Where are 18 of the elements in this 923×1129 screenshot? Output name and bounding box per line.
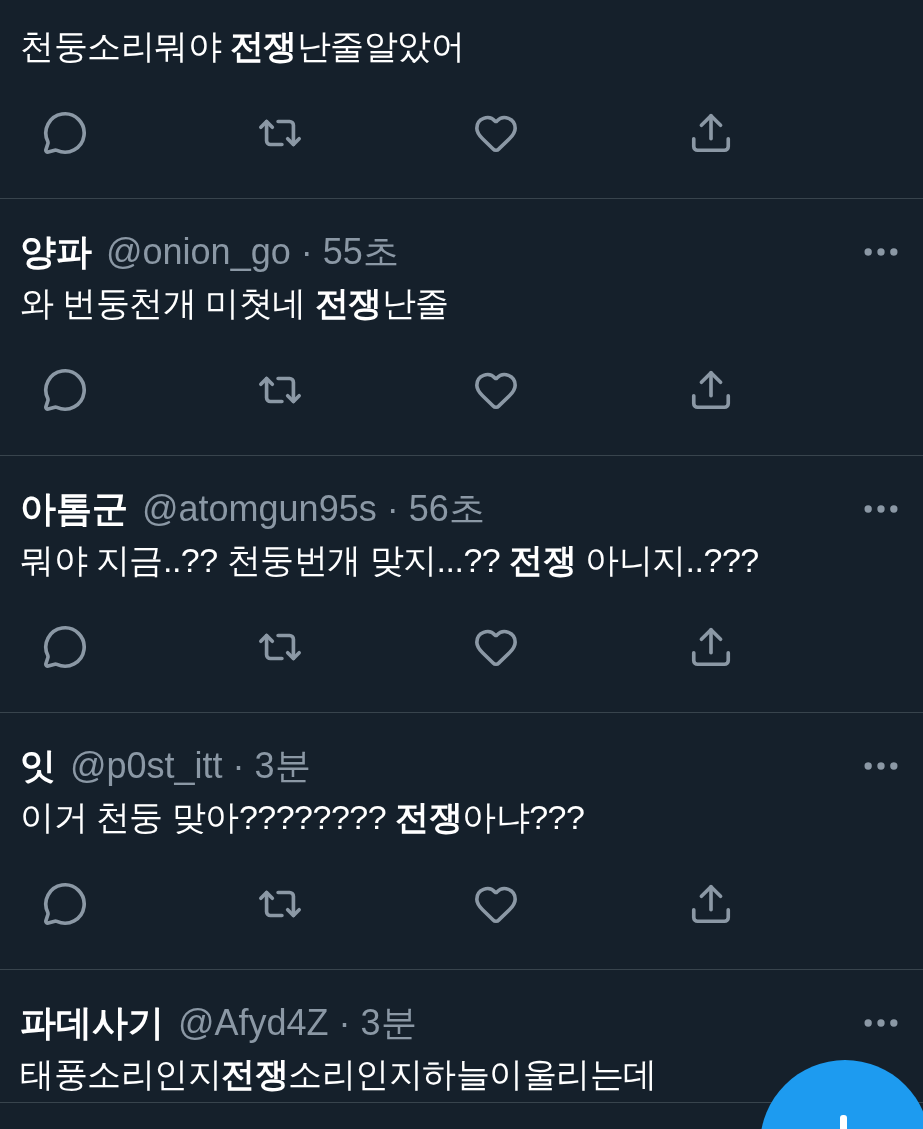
tweet-text: 이거 천둥 맞아???????? 전쟁아냐??? <box>20 797 585 838</box>
handle-and-time: @atomgun95s · 56초 <box>142 487 485 531</box>
reply-icon[interactable] <box>42 624 88 670</box>
reply-icon[interactable] <box>42 367 88 413</box>
plus-icon <box>840 1115 847 1129</box>
tweet-text: 뭐야 지금..?? 천둥번개 맞지...?? 전쟁 아니지..??? <box>20 540 759 581</box>
handle-and-time: @onion_go · 55초 <box>106 230 399 274</box>
tweet-text: 천둥소리뭐야 전쟁난줄알았어 <box>20 26 465 67</box>
author-name[interactable]: 아톰군 <box>20 482 128 536</box>
handle-and-time: @p0st_itt · 3분 <box>70 744 311 788</box>
tweet-text: 와 번둥천개 미쳣네 전쟁난줄 <box>20 283 449 324</box>
handle-and-time: @Afyd4Z · 3분 <box>178 1001 417 1045</box>
reply-icon[interactable] <box>42 881 88 927</box>
author-name[interactable]: 양파 <box>20 225 92 279</box>
reply-icon[interactable] <box>42 110 88 156</box>
author-name[interactable]: 잇 <box>20 739 56 793</box>
author-name[interactable]: 파데사기 <box>20 996 164 1050</box>
tweet-text: 태풍소리인지전쟁소리인지하늘이울리는데 <box>20 1054 657 1095</box>
